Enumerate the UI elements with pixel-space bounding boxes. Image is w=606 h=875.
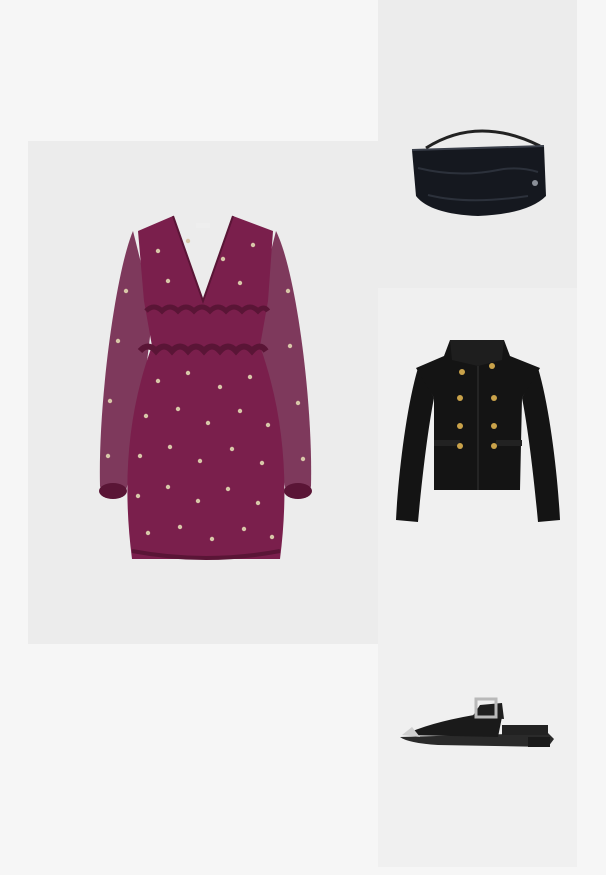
product-tile-dress[interactable] — [28, 141, 378, 644]
shoe-icon — [400, 697, 554, 747]
product-tile-jacket[interactable] — [378, 288, 577, 577]
dress-icon — [99, 215, 312, 560]
product-tile-shoe[interactable] — [378, 577, 577, 867]
jacket-icon — [396, 340, 560, 522]
product-tile-bag[interactable] — [378, 0, 577, 288]
bag-icon — [411, 129, 546, 216]
